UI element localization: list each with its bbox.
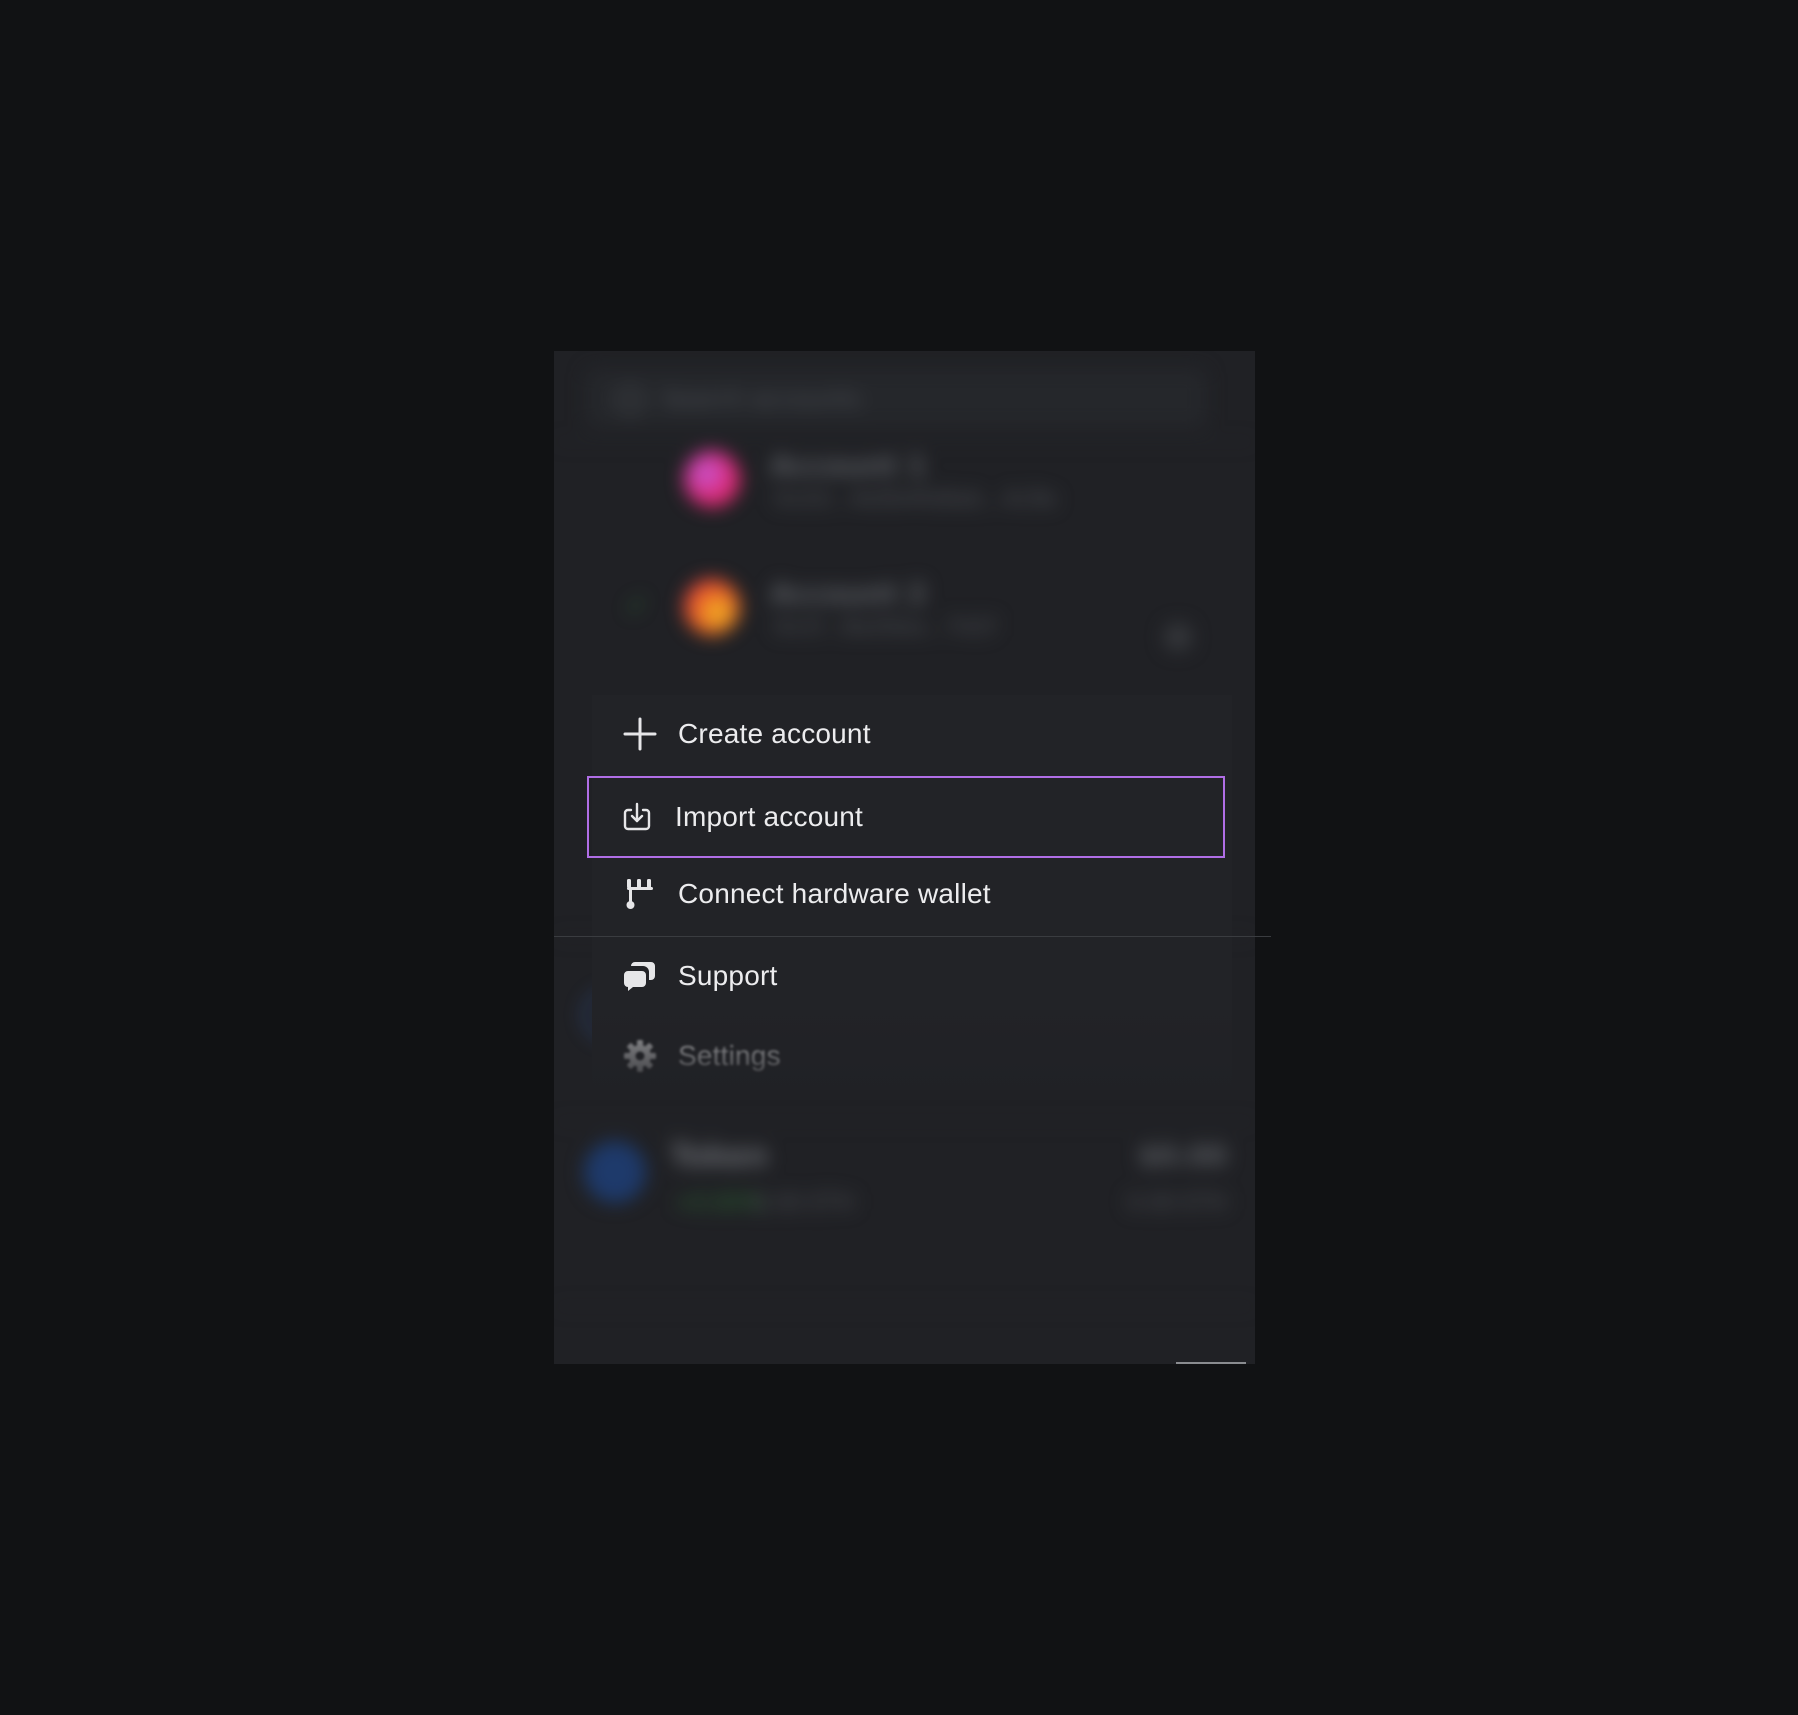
token-value: $0.00 <box>1138 1139 1227 1172</box>
avatar <box>684 579 740 635</box>
menu-item-label: Create account <box>678 718 871 749</box>
account-address: 0x1f...8a2bba...7d1f <box>774 615 996 640</box>
connect-hardware-wallet-button[interactable]: Connect hardware wallet <box>592 855 1232 933</box>
token-change: +0.00% <box>674 1191 763 1216</box>
import-account-button[interactable]: Import account <box>587 776 1225 858</box>
account-name: Account 2 <box>770 577 927 610</box>
scroll-indicator <box>1176 1362 1246 1364</box>
token-row: Token +0.00% 0.00 ETH $0.00 0.00 ETH <box>554 1111 1255 1261</box>
plus-icon <box>620 714 660 754</box>
account-list-item: Account 1 0x2d...4e0b4fe8ab...4c9e <box>664 441 1144 531</box>
divider <box>554 1306 1255 1307</box>
gear-icon <box>620 1036 660 1076</box>
hardware-wallet-icon <box>620 874 660 914</box>
menu-item-label: Settings <box>678 1040 781 1071</box>
token-subtext: 0.00 ETH <box>754 1191 854 1216</box>
support-button[interactable]: Support <box>592 937 1232 1015</box>
search-placeholder: Search accounts <box>662 385 861 413</box>
avatar <box>684 451 740 507</box>
menu-item-label: Import account <box>675 801 863 832</box>
search-icon <box>616 386 644 414</box>
token-value-sub: 0.00 ETH <box>1127 1191 1227 1216</box>
more-options-icon <box>1164 623 1192 651</box>
account-address: 0x2d...4e0b4fe8ab...4c9e <box>774 487 1057 512</box>
settings-button[interactable]: Settings <box>592 1017 1232 1095</box>
menu-item-label: Support <box>678 960 778 991</box>
account-list-item: Account 2 0x1f...8a2bba...7d1f <box>664 569 1144 659</box>
menu-item-label: Connect hardware wallet <box>678 878 991 909</box>
account-name: Account 1 <box>770 449 927 482</box>
create-account-button[interactable]: Create account <box>592 695 1232 773</box>
support-icon <box>620 956 660 996</box>
selected-check-icon: ✓ <box>626 591 648 621</box>
search-accounts-field: Search accounts <box>586 369 1206 427</box>
token-icon <box>584 1141 646 1203</box>
account-actions-menu: Create account Import account Connect ha… <box>554 695 1271 1095</box>
token-name: Token <box>670 1139 768 1174</box>
import-icon <box>617 797 657 837</box>
